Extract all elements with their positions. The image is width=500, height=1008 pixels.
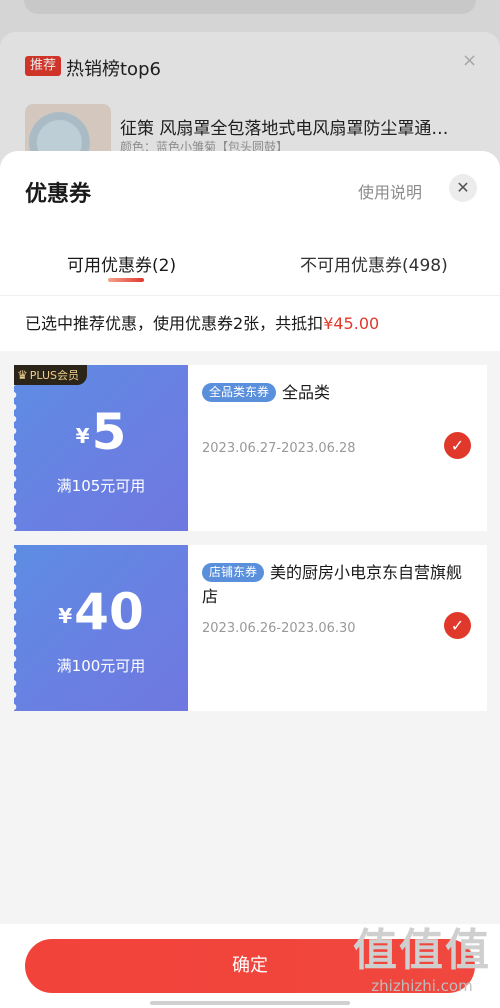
coupon-scope: 店铺东券 美的厨房小电京东自营旗舰店 — [202, 561, 464, 609]
coupon-price: ¥5 — [14, 403, 188, 461]
coupon-condition: 满100元可用 — [56, 657, 146, 675]
coupon-condition: 满105元可用 — [56, 477, 146, 495]
coupon-scope-label: 全品类 — [282, 383, 331, 402]
check-icon[interactable]: ✓ — [444, 612, 471, 639]
tab-available-coupons[interactable]: 可用优惠券(2) — [67, 251, 176, 276]
crown-icon: ♛ — [17, 368, 28, 382]
coupon-scope: 全品类东券 全品类 — [202, 381, 464, 405]
coupon-sheet: 优惠券 使用说明 ✕ 可用优惠券(2) 不可用优惠券(498) 已选中推荐优惠，… — [0, 151, 500, 1008]
currency-symbol: ¥ — [58, 604, 73, 628]
coupon-validity: 2023.06.26-2023.06.30 — [202, 621, 356, 636]
sheet-header: 优惠券 使用说明 ✕ 可用优惠券(2) 不可用优惠券(498) — [0, 151, 500, 295]
coupon-amount: 40 — [74, 583, 144, 641]
coupon-validity: 2023.06.27-2023.06.28 — [202, 441, 356, 456]
currency-symbol: ¥ — [75, 424, 90, 448]
active-tab-indicator — [108, 278, 144, 282]
site-watermark: 值值值 zhizhizhi.com — [348, 925, 496, 995]
close-sheet-button[interactable]: ✕ — [449, 174, 477, 202]
summary-amount: ¥45.00 — [323, 314, 380, 333]
check-icon[interactable]: ✓ — [444, 432, 471, 459]
coupon-card[interactable]: ♛ PLUS会员 ¥5 满105元可用 全品类东券 全品类 2023.06.27-2… — [13, 365, 487, 531]
discount-summary: 已选中推荐优惠，使用优惠券2张，共抵扣¥45.00 — [0, 295, 500, 351]
watermark-logo: 值值值 — [353, 925, 491, 976]
coupon-type-chip: 店铺东券 — [202, 563, 265, 582]
coupon-type-chip: 全品类东券 — [202, 383, 277, 402]
summary-text: 已选中推荐优惠，使用优惠券2张，共抵扣 — [25, 314, 324, 333]
watermark-url: zhizhizhi.com — [371, 977, 473, 995]
home-indicator — [150, 1001, 350, 1005]
tab-unavailable-coupons[interactable]: 不可用优惠券(498) — [300, 251, 448, 276]
coupon-value-panel: ¥40 满100元可用 — [13, 545, 188, 711]
sheet-title: 优惠券 — [25, 182, 92, 207]
usage-help-link[interactable]: 使用说明 — [358, 179, 422, 203]
plus-member-badge: ♛ PLUS会员 — [14, 365, 88, 385]
plus-badge-label: PLUS会员 — [29, 369, 80, 382]
coupon-value-panel: ♛ PLUS会员 ¥5 满105元可用 — [13, 365, 188, 531]
coupon-price: ¥40 — [14, 583, 188, 641]
coupon-card[interactable]: ¥40 满100元可用 店铺东券 美的厨房小电京东自营旗舰店 2023.06.26… — [13, 545, 487, 711]
coupon-amount: 5 — [91, 403, 127, 461]
